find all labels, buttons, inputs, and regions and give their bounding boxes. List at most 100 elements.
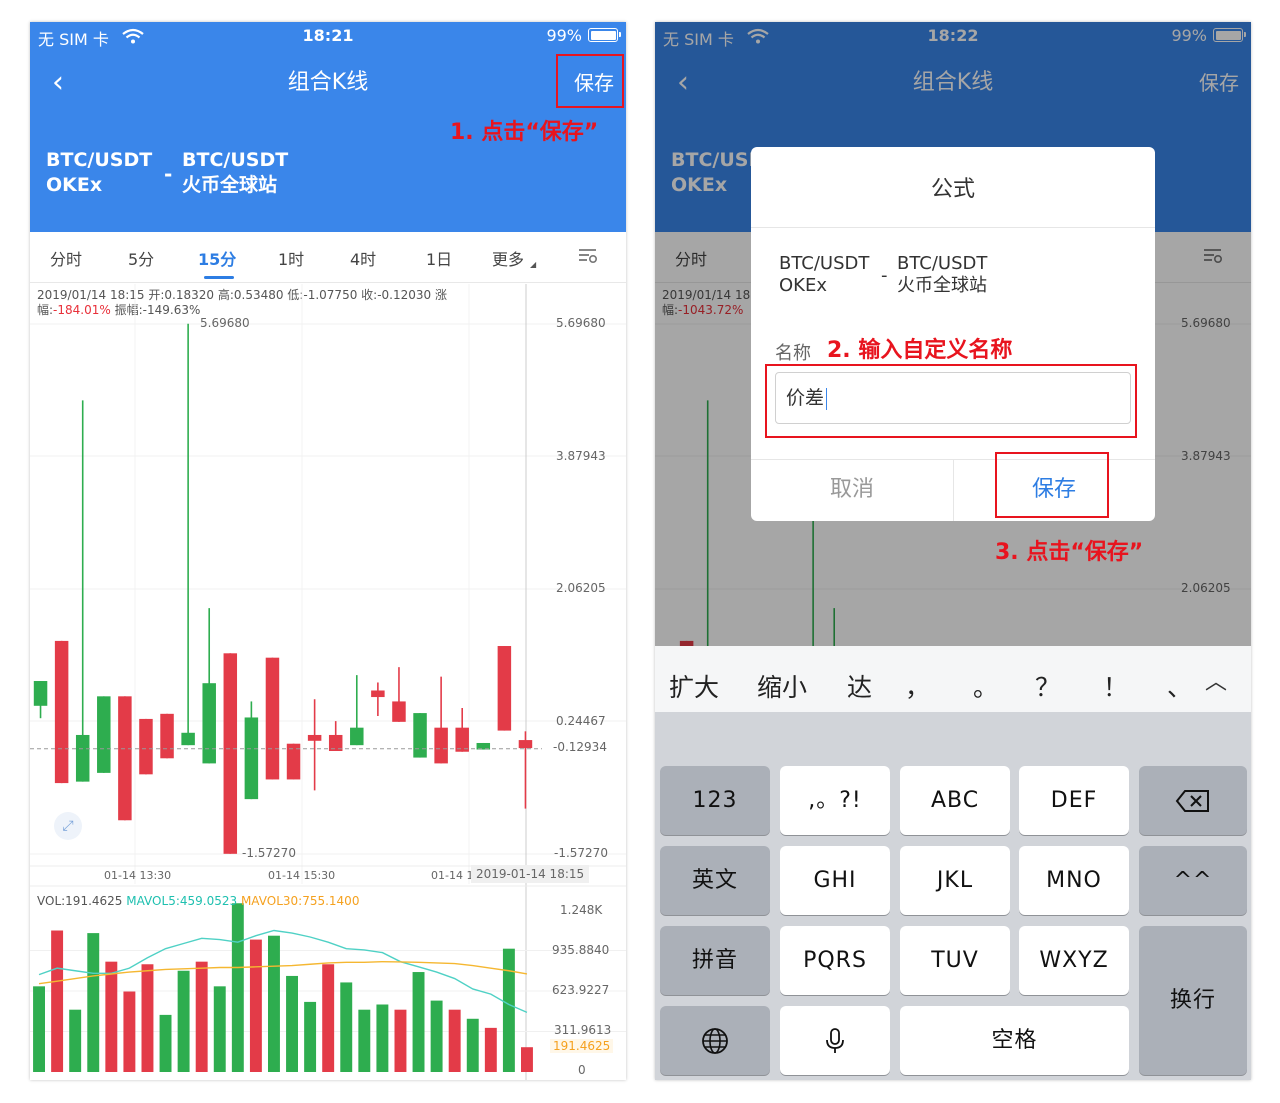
volume-bar [249,939,262,1072]
collapse-candidates-icon[interactable]: ︿ [1205,664,1227,696]
candle-body [75,734,90,782]
microphone-icon [826,1028,844,1053]
highlight-dialog-save-box [995,452,1109,518]
candle-body [97,696,111,773]
price-axis-label: -1.57270 [554,846,608,860]
volume-axis-label: 0 [578,1063,586,1077]
volume-bar [394,1009,407,1072]
key-def[interactable]: DEF [1019,766,1129,835]
time-axis-label: 01-14 13:30 [104,869,172,882]
backspace-icon [1175,790,1209,812]
key-pinyin[interactable]: 拼音 [660,926,770,995]
candle-body [33,681,48,706]
current-volume-label: 191.4625 [550,1039,614,1053]
candle-body [54,640,69,784]
volume-bar [448,1009,461,1072]
volume-bar [376,1004,389,1072]
candidate-item[interactable]: 、 [1167,668,1192,704]
candidate-item[interactable]: ？ [1035,668,1060,704]
candle-body [518,740,533,749]
volume-bar [466,1018,479,1072]
candle-body [307,734,322,741]
key-jkl[interactable]: JKL [900,846,1010,915]
keyboard: 扩大 缩小 达 ， 。 ？ ！ 、 ︿ 123 ,。?! ABC DEF 英文 … [655,646,1251,1080]
key-pqrs[interactable]: PQRS [780,926,890,995]
volume-bar [484,1027,497,1072]
key-abc[interactable]: ABC [900,766,1010,835]
volume-bar [286,975,298,1072]
volume-axis-label: 623.9227 [552,983,610,997]
backspace-key[interactable] [1139,766,1247,835]
globe-key[interactable] [660,1006,770,1075]
candle-body [202,683,216,764]
dialog-title: 公式 [930,177,975,202]
highlight-input-box [765,364,1137,438]
candidate-item[interactable]: ， [905,668,930,704]
divider [751,227,1155,228]
volume-bar [340,982,353,1072]
volume-bar [213,986,226,1072]
candle-body [265,657,280,780]
volume-bar [87,933,100,1072]
candle-body [181,732,195,746]
key-emoticon[interactable]: ^^ [1139,846,1247,915]
key-punct[interactable]: ,。?! [780,766,890,835]
key-tuv[interactable]: TUV [900,926,1010,995]
volume-bar [105,961,118,1072]
kline-chart[interactable] [30,22,626,1080]
volume-bar [159,1014,172,1072]
price-axis-label: 0.24467 [556,714,606,728]
candle-body [160,713,174,759]
time-axis-label: 01-14 15:30 [268,869,336,882]
volume-bar [231,903,244,1072]
mavol5-value: MAVOL5:459.0523 [126,894,238,908]
key-mno[interactable]: MNO [1019,846,1129,915]
volume-bar [521,1047,533,1072]
space-key[interactable]: 空格 [900,1006,1129,1075]
key-return[interactable]: 换行 [1139,926,1247,1075]
candle-body [497,646,512,731]
phone-screen-right: 无 SIM 卡 18:22 99% ‹ 组合K线 保存 BTC/USDT OKE… [655,22,1251,1080]
price-axis-label: 2.06205 [556,581,606,595]
dialog-pair-right: BTC/USDT 火币全球站 [897,253,987,297]
key-wxyz[interactable]: WXYZ [1019,926,1129,995]
key-ghi[interactable]: GHI [780,846,890,915]
volume-bar [268,935,280,1072]
vol-value: VOL:191.4625 [37,894,123,908]
candle-body [413,713,427,758]
volume-bar [304,1001,317,1072]
candidate-item[interactable]: 缩小 [757,668,807,704]
volume-bar [123,991,136,1072]
pair-left-exchange: OKEx [779,275,827,296]
price-axis-label: 3.87943 [556,449,606,463]
min-price-marker: -1.57270 [242,846,296,860]
globe-icon [702,1028,728,1054]
mic-key[interactable] [780,1006,890,1075]
annotation-step2: 2. 输入自定义名称 [827,338,1013,363]
cancel-button[interactable]: 取消 [751,459,953,521]
volume-bar [141,964,154,1072]
pair-left-symbol: BTC/USDT [779,253,870,274]
candle-body [244,717,259,800]
expand-icon[interactable]: ⤢ [54,812,82,840]
candidate-item[interactable]: 。 [973,668,998,704]
phone-screen-left: 无 SIM 卡 18:21 99% ‹ 组合K线 保存 BTC/USDT OKE… [30,22,626,1080]
candidate-item[interactable]: 扩大 [669,668,719,704]
key-english[interactable]: 英文 [660,846,770,915]
price-axis-label: 5.69680 [556,316,606,330]
name-label: 名称 [775,343,811,364]
annotation-step3: 3. 点击“保存” [995,540,1144,565]
candidate-item[interactable]: 达 [847,668,872,704]
time-axis-label: 01-14 1 [431,869,474,882]
volume-bar [358,1009,371,1072]
key-123[interactable]: 123 [660,766,770,835]
candidate-item[interactable]: ！ [1103,668,1128,704]
volume-bar [69,1009,82,1072]
candle-body [392,701,406,722]
pair-right-symbol: BTC/USDT [897,253,988,274]
volume-bar [502,948,515,1072]
volume-bar [33,986,45,1072]
volume-axis-label: 1.248K [560,903,603,917]
candle-body [223,653,238,854]
volume-axis-label: 935.8840 [552,943,610,957]
